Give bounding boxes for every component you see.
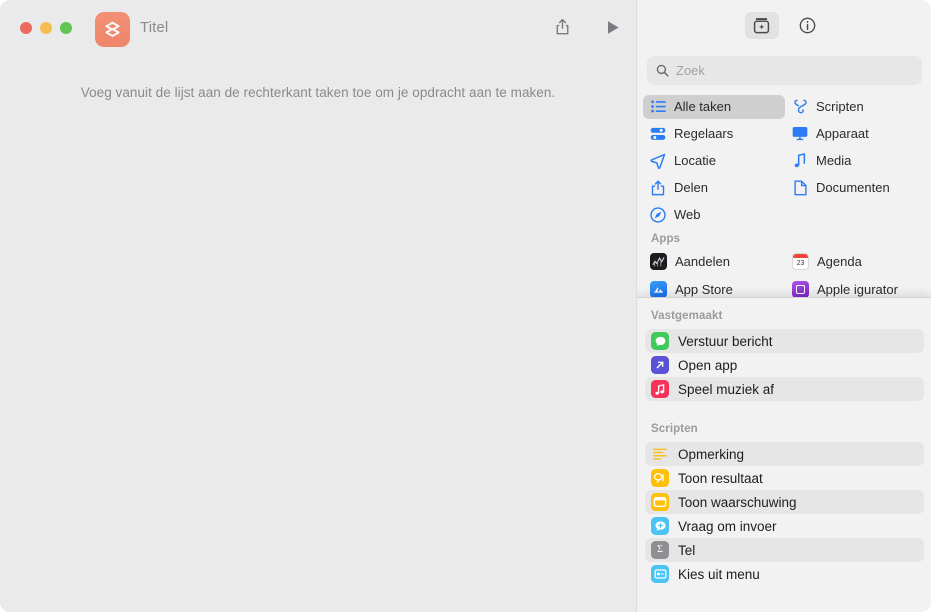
action-label: Verstuur bericht: [678, 333, 773, 349]
category-locatie[interactable]: Locatie: [643, 149, 785, 173]
app-item-aandelen[interactable]: Aandelen: [643, 250, 785, 272]
minimize-button[interactable]: [40, 22, 52, 34]
suggestions-popover: Vastgemaakt Verstuur bericht Open app Sp…: [637, 297, 931, 612]
category-media[interactable]: Media: [785, 149, 926, 173]
category-alle-taken[interactable]: Alle taken: [643, 94, 785, 119]
action-label: Open app: [678, 357, 738, 373]
music-note-icon: [792, 152, 808, 169]
category-grid: Alle taken Scripten Regelaars Apparaat L…: [643, 93, 926, 228]
zoom-button[interactable]: [60, 22, 72, 34]
empty-canvas-hint: Voeg vanuit de lijst aan de rechterkant …: [80, 85, 556, 100]
action-toon-resultaat[interactable]: Toon resultaat: [645, 466, 924, 490]
calendar-day-number: 23: [796, 259, 805, 267]
count-sigma-icon: Σ: [651, 541, 669, 559]
category-label: Alle taken: [674, 99, 732, 114]
action-open-app[interactable]: Open app: [645, 353, 924, 377]
category-delen[interactable]: Delen: [643, 176, 785, 200]
comment-icon: [651, 445, 669, 463]
apps-grid: Aandelen 23 Agenda App Store Apple igura…: [643, 250, 926, 300]
show-result-icon: [651, 469, 669, 487]
search-input[interactable]: Zoek: [647, 56, 922, 85]
app-label: App Store: [675, 281, 733, 297]
display-icon: [792, 126, 808, 142]
scripts-icon: [792, 99, 808, 115]
location-arrow-icon: [650, 153, 666, 169]
category-label: Regelaars: [674, 126, 734, 141]
ask-input-icon: [651, 517, 669, 535]
app-label: Agenda: [817, 253, 862, 269]
traffic-lights: [20, 22, 72, 34]
category-label: Locatie: [674, 153, 716, 168]
messages-icon: [651, 332, 669, 350]
shortcuts-window: Titel Voeg vanuit de lijst aan de rechte…: [0, 0, 931, 612]
list-bullet-icon: [650, 99, 666, 115]
category-regelaars[interactable]: Regelaars: [643, 122, 785, 146]
close-button[interactable]: [20, 22, 32, 34]
apps-section-header: Apps: [651, 233, 681, 245]
document-icon: [792, 180, 808, 196]
action-library-button[interactable]: [744, 11, 779, 39]
library-toolbar: [637, 0, 931, 50]
category-apparaat[interactable]: Apparaat: [785, 122, 926, 146]
shortcuts-app-icon: [95, 12, 130, 47]
action-label: Opmerking: [678, 446, 745, 462]
action-toon-waarschuwing[interactable]: Toon waarschuwing: [645, 490, 924, 514]
editor-pane: Titel Voeg vanuit de lijst aan de rechte…: [0, 0, 636, 612]
share-button[interactable]: [546, 13, 578, 41]
scripts-section-header: Scripten: [651, 423, 698, 435]
music-app-icon: [651, 380, 669, 398]
apple-configurator-app-icon: [792, 280, 809, 298]
run-button[interactable]: [597, 13, 629, 41]
app-label: Apple igurator: [817, 281, 898, 297]
search-placeholder: Zoek: [676, 63, 705, 78]
action-label: Speel muziek af: [678, 381, 775, 397]
category-label: Web: [674, 207, 701, 222]
action-vraag-om-invoer[interactable]: Vraag om invoer: [645, 514, 924, 538]
app-store-app-icon: [650, 280, 667, 298]
category-label: Documenten: [816, 180, 890, 195]
action-verstuur-bericht[interactable]: Verstuur bericht: [645, 329, 924, 353]
document-title[interactable]: Titel: [140, 19, 168, 36]
action-opmerking[interactable]: Opmerking: [645, 442, 924, 466]
open-app-icon: [651, 356, 669, 374]
sliders-icon: [650, 126, 666, 142]
category-label: Media: [816, 153, 852, 168]
info-button[interactable]: [791, 12, 825, 39]
share-icon: [650, 180, 666, 196]
app-item-agenda[interactable]: 23 Agenda: [785, 250, 926, 272]
action-label: Toon waarschuwing: [678, 494, 797, 510]
category-label: Delen: [674, 180, 708, 195]
action-label: Vraag om invoer: [678, 518, 777, 534]
apps-section: Apps Aandelen 23 Agenda App Store Apple …: [643, 233, 926, 300]
calendar-app-icon: 23: [792, 252, 809, 270]
stocks-app-icon: [650, 252, 667, 270]
action-label: Kies uit menu: [678, 566, 760, 582]
choose-menu-icon: [651, 565, 669, 583]
search-icon: [656, 64, 669, 77]
action-tel[interactable]: Σ Tel: [645, 538, 924, 562]
show-alert-icon: [651, 493, 669, 511]
action-speel-muziek-af[interactable]: Speel muziek af: [645, 377, 924, 401]
category-label: Scripten: [816, 99, 864, 114]
safari-compass-icon: [650, 206, 666, 223]
action-label: Toon resultaat: [678, 470, 763, 486]
app-label: Aandelen: [675, 253, 730, 269]
pinned-section-header: Vastgemaakt: [651, 310, 723, 322]
action-kies-uit-menu[interactable]: Kies uit menu: [645, 562, 924, 586]
action-library-pane: Zoek Alle taken Scripten Regelaars Appar…: [636, 0, 931, 612]
category-scripten[interactable]: Scripten: [785, 95, 926, 119]
window-titlebar: Titel: [0, 0, 636, 53]
category-documenten[interactable]: Documenten: [785, 176, 926, 200]
category-label: Apparaat: [816, 126, 869, 141]
action-label: Tel: [678, 542, 696, 558]
category-web[interactable]: Web: [643, 203, 785, 227]
